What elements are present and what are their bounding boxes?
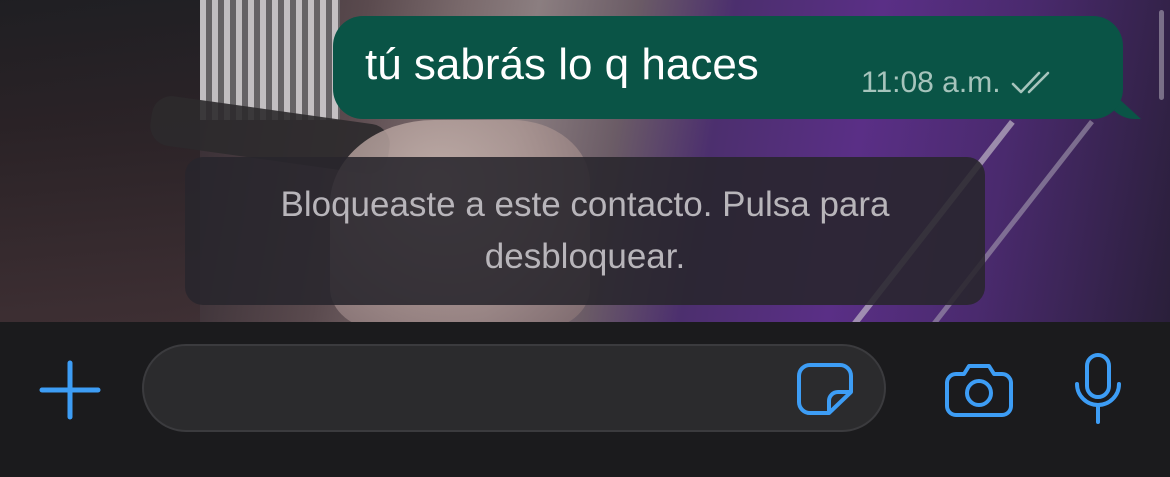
message-input[interactable] xyxy=(170,364,774,416)
message-time: 11:08 a.m. xyxy=(861,66,1001,99)
microphone-icon xyxy=(1075,353,1121,424)
message-meta: 11:08 a.m. xyxy=(861,66,1057,100)
message-input-field[interactable] xyxy=(142,344,886,432)
microphone-button[interactable] xyxy=(1072,352,1124,426)
sticker-icon xyxy=(797,363,853,415)
blocked-contact-notice[interactable]: Bloqueaste a este contacto. Pulsa para d… xyxy=(185,157,985,305)
attach-button[interactable] xyxy=(38,360,102,420)
sticker-button[interactable] xyxy=(796,362,854,416)
message-text: tú sabrás lo q haces xyxy=(365,40,759,89)
plus-icon xyxy=(39,360,101,420)
camera-button[interactable] xyxy=(944,362,1014,418)
camera-icon xyxy=(945,364,1013,417)
outgoing-message-bubble[interactable]: tú sabrás lo q haces 11:08 a.m. xyxy=(333,16,1123,119)
chat-scrollbar[interactable] xyxy=(1159,10,1164,100)
blocked-notice-text: Bloqueaste a este contacto. Pulsa para d… xyxy=(280,185,890,276)
double-check-icon xyxy=(1011,70,1057,96)
wallpaper-shadow xyxy=(0,0,200,322)
